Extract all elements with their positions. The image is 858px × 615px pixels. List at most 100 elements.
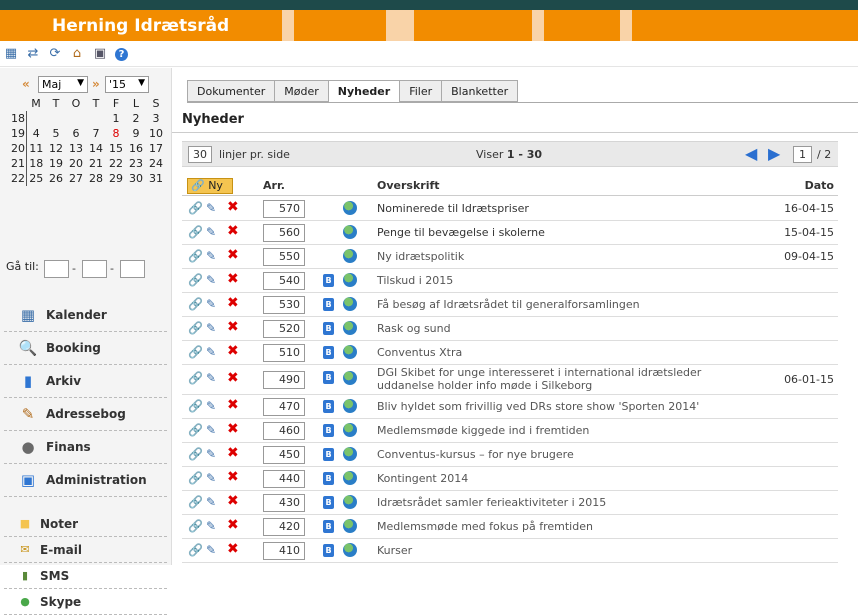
- attach-icon[interactable]: 🔗: [188, 249, 203, 263]
- globe-icon[interactable]: [343, 399, 357, 413]
- news-title-link[interactable]: Kurser: [377, 544, 717, 557]
- globe-icon[interactable]: [343, 423, 357, 437]
- archive-icon[interactable]: B: [323, 322, 334, 335]
- next-month-button[interactable]: »: [92, 77, 100, 91]
- week-number[interactable]: 22: [6, 171, 26, 186]
- attach-icon[interactable]: 🔗: [188, 321, 203, 335]
- week-number[interactable]: 21: [6, 156, 26, 171]
- edit-icon[interactable]: ✎: [206, 399, 216, 413]
- calendar-day[interactable]: 11: [25, 141, 46, 156]
- delete-icon[interactable]: ✖: [227, 398, 239, 412]
- globe-icon[interactable]: [343, 495, 357, 509]
- edit-icon[interactable]: ✎: [206, 345, 216, 359]
- calendar-day[interactable]: 7: [86, 126, 106, 141]
- globe-icon[interactable]: [343, 273, 357, 287]
- delete-icon[interactable]: ✖: [227, 371, 239, 385]
- page-number-input[interactable]: 1: [793, 146, 812, 163]
- edit-icon[interactable]: ✎: [206, 519, 216, 533]
- news-title-link[interactable]: Få besøg af Idrætsrådet til generalforsa…: [377, 298, 717, 311]
- calendar-day[interactable]: 13: [66, 141, 86, 156]
- help-icon[interactable]: ?: [115, 48, 128, 61]
- news-title-link[interactable]: Conventus-kursus – for nye brugere: [377, 448, 717, 461]
- delete-icon[interactable]: ✖: [227, 542, 239, 556]
- calendar-icon[interactable]: ▦: [3, 46, 19, 62]
- calendar-day[interactable]: 16: [126, 141, 146, 156]
- delete-icon[interactable]: ✖: [227, 248, 239, 262]
- sort-order-input[interactable]: 540: [263, 272, 305, 290]
- attach-icon[interactable]: 🔗: [188, 543, 203, 557]
- calendar-day[interactable]: 22: [106, 156, 126, 171]
- attach-icon[interactable]: 🔗: [188, 345, 203, 359]
- archive-icon[interactable]: B: [323, 496, 334, 509]
- goto-year-input[interactable]: [120, 260, 145, 278]
- swap-icon[interactable]: ⇄: [25, 46, 41, 62]
- globe-icon[interactable]: [343, 201, 357, 215]
- tab-dokumenter[interactable]: Dokumenter: [187, 80, 275, 102]
- menu-item-e-mail[interactable]: ✉ E-mail: [4, 537, 167, 563]
- calendar-day[interactable]: 14: [86, 141, 106, 156]
- delete-icon[interactable]: ✖: [227, 518, 239, 532]
- sort-order-input[interactable]: 490: [263, 371, 305, 389]
- globe-icon[interactable]: [343, 447, 357, 461]
- per-page-input[interactable]: 30: [188, 146, 212, 163]
- calendar-day[interactable]: 6: [66, 126, 86, 141]
- sort-order-input[interactable]: 520: [263, 320, 305, 338]
- news-title-link[interactable]: Conventus Xtra: [377, 346, 717, 359]
- tab-filer[interactable]: Filer: [399, 80, 442, 102]
- calendar-day[interactable]: 30: [126, 171, 146, 186]
- new-button[interactable]: 🔗 Ny: [187, 178, 233, 194]
- edit-icon[interactable]: ✎: [206, 297, 216, 311]
- delete-icon[interactable]: ✖: [227, 296, 239, 310]
- calendar-day[interactable]: 15: [106, 141, 126, 156]
- news-title-link[interactable]: Ny idrætspolitik: [377, 250, 717, 263]
- week-number[interactable]: 19: [6, 126, 26, 141]
- home-icon[interactable]: ⌂: [69, 46, 85, 62]
- delete-icon[interactable]: ✖: [227, 224, 239, 238]
- sort-order-input[interactable]: 450: [263, 446, 305, 464]
- archive-icon[interactable]: B: [323, 371, 334, 384]
- computer-icon[interactable]: ▣: [92, 46, 108, 62]
- archive-icon[interactable]: B: [323, 400, 334, 413]
- globe-icon[interactable]: [343, 543, 357, 557]
- prev-page-arrow-icon[interactable]: ◀: [745, 146, 757, 162]
- edit-icon[interactable]: ✎: [206, 423, 216, 437]
- calendar-day[interactable]: 23: [126, 156, 146, 171]
- year-select[interactable]: '15 ▼: [105, 76, 149, 93]
- month-select[interactable]: Maj ▼: [38, 76, 88, 93]
- menu-item-skype[interactable]: ● Skype: [4, 589, 167, 615]
- attach-icon[interactable]: 🔗: [188, 371, 203, 385]
- calendar-day[interactable]: 21: [86, 156, 106, 171]
- menu-item-booking[interactable]: 🔍 Booking: [4, 332, 167, 365]
- sort-order-input[interactable]: 510: [263, 344, 305, 362]
- sort-order-input[interactable]: 460: [263, 422, 305, 440]
- col-arr-header[interactable]: Arr.: [263, 179, 285, 192]
- menu-item-administration[interactable]: ▣ Administration: [4, 464, 167, 497]
- edit-icon[interactable]: ✎: [206, 447, 216, 461]
- sort-order-input[interactable]: 440: [263, 470, 305, 488]
- col-title-header[interactable]: Overskrift: [377, 179, 440, 192]
- goto-day-input[interactable]: [44, 260, 69, 278]
- calendar-day[interactable]: 19: [46, 156, 66, 171]
- delete-icon[interactable]: ✖: [227, 422, 239, 436]
- week-number[interactable]: 20: [6, 141, 26, 156]
- refresh-icon[interactable]: ⟳: [47, 46, 63, 62]
- archive-icon[interactable]: B: [323, 346, 334, 359]
- calendar-day[interactable]: 8: [106, 126, 126, 141]
- attach-icon[interactable]: 🔗: [188, 495, 203, 509]
- sort-order-input[interactable]: 470: [263, 398, 305, 416]
- news-title-link[interactable]: Kontingent 2014: [377, 472, 717, 485]
- prev-month-button[interactable]: «: [22, 77, 30, 91]
- delete-icon[interactable]: ✖: [227, 320, 239, 334]
- delete-icon[interactable]: ✖: [227, 272, 239, 286]
- attach-icon[interactable]: 🔗: [188, 471, 203, 485]
- edit-icon[interactable]: ✎: [206, 321, 216, 335]
- menu-item-arkiv[interactable]: ▮ Arkiv: [4, 365, 167, 398]
- globe-icon[interactable]: [343, 345, 357, 359]
- sort-order-input[interactable]: 420: [263, 518, 305, 536]
- calendar-day[interactable]: 9: [126, 126, 146, 141]
- news-title-link[interactable]: Rask og sund: [377, 322, 717, 335]
- archive-icon[interactable]: B: [323, 274, 334, 287]
- archive-icon[interactable]: B: [323, 472, 334, 485]
- calendar-day[interactable]: 31: [146, 171, 166, 186]
- delete-icon[interactable]: ✖: [227, 494, 239, 508]
